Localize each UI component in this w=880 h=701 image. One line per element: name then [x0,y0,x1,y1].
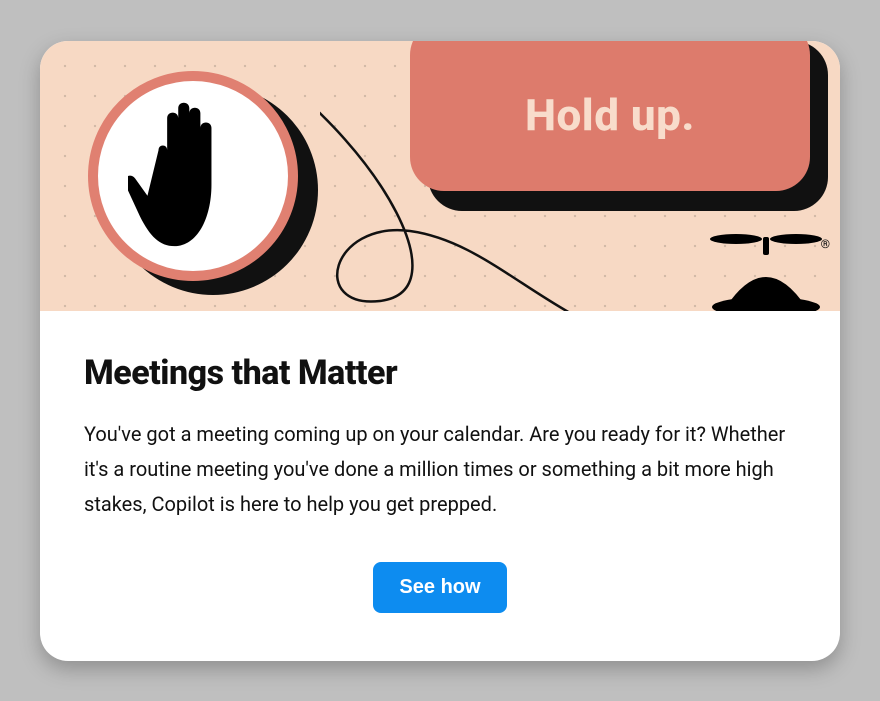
hero-banner-text: Hold up. [525,89,695,141]
hand-badge [88,71,308,291]
promo-card: Hold up. ® Meetings that Matter You've g… [40,41,840,661]
hand-stop-icon [128,96,258,256]
cta-row: See how [84,562,796,613]
card-content: Meetings that Matter You've got a meetin… [40,311,840,661]
hero-illustration: Hold up. ® [40,41,840,311]
registered-mark: ® [821,237,830,251]
beanie-cap-icon [706,227,826,311]
see-how-button[interactable]: See how [373,562,506,613]
hero-banner: Hold up. [410,41,830,211]
card-body-text: You've got a meeting coming up on your c… [84,417,796,522]
hand-badge-circle [88,71,298,281]
hero-banner-box: Hold up. [410,41,810,191]
card-title: Meetings that Matter [84,353,796,393]
